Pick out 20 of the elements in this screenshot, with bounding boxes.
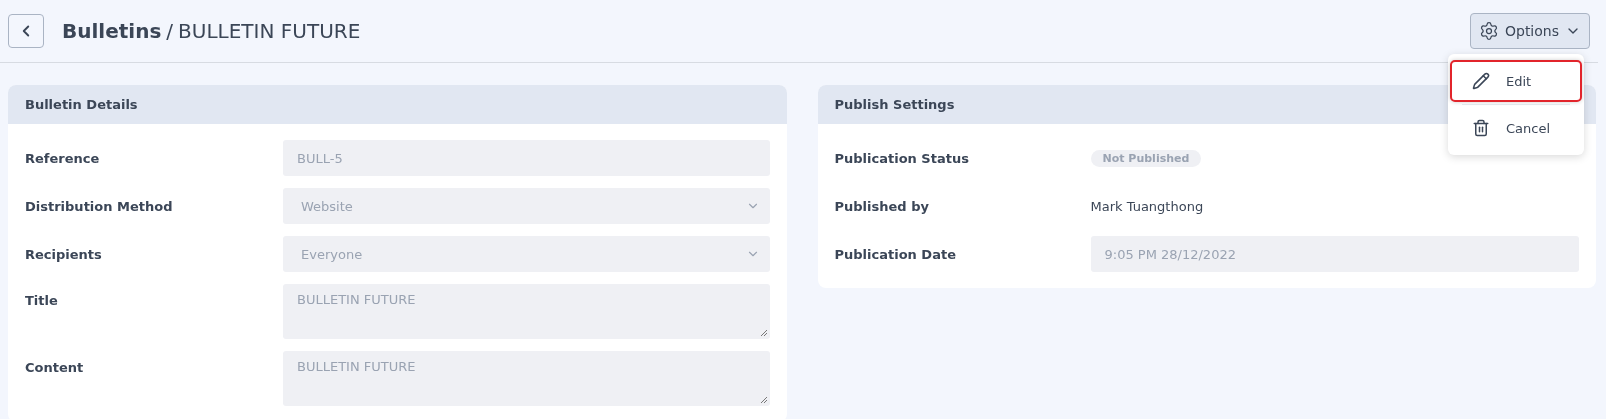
page-title: BULLETIN FUTURE [178, 19, 361, 43]
breadcrumb-link[interactable]: Bulletins [62, 19, 162, 43]
field-label: Publication Date [834, 246, 957, 262]
field-label: Title [25, 292, 59, 308]
field-label: Reference [25, 150, 101, 166]
field-label: Recipients [25, 246, 103, 262]
breadcrumb-separator: / [166, 19, 174, 43]
field-label: Distribution Method [25, 198, 174, 214]
field-label: Published by [834, 198, 930, 214]
menu-item[interactable]: Edit [1450, 60, 1582, 102]
back-button[interactable] [8, 14, 44, 48]
status-badge: Not Published [1090, 149, 1202, 167]
options-button[interactable]: Options [1469, 13, 1590, 49]
field-label: Content [25, 359, 85, 375]
settings-icon [1478, 21, 1499, 41]
field-value: Mark Tuangthong [1090, 198, 1205, 214]
card-header: Bulletin Details [8, 85, 787, 124]
field-label: Publication Status [834, 150, 970, 166]
trash-icon [1472, 119, 1490, 137]
pencil-icon [1472, 72, 1490, 90]
